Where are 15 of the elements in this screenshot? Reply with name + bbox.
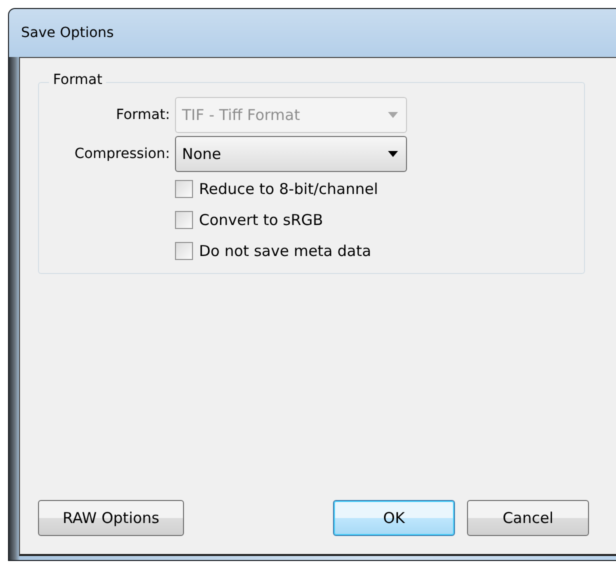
checkbox-option[interactable]: Reduce to 8-bit/channel xyxy=(175,175,407,203)
checkbox-option[interactable]: Convert to sRGB xyxy=(175,206,407,234)
checkbox[interactable] xyxy=(175,242,193,260)
caret-icon xyxy=(388,151,398,157)
dialog-button[interactable]: OK xyxy=(333,500,455,536)
checkbox-option[interactable]: Do not save meta data xyxy=(175,237,407,265)
window-title: Save Options xyxy=(21,25,114,41)
dropdown[interactable]: None xyxy=(175,136,407,172)
caret-icon xyxy=(388,112,398,118)
field-label: Compression: xyxy=(73,146,170,162)
raw-options-button[interactable]: RAW Options xyxy=(38,500,184,536)
checkbox[interactable] xyxy=(175,211,193,229)
checkbox[interactable] xyxy=(175,180,193,198)
dialog-button[interactable]: Cancel xyxy=(467,500,589,536)
field-label: Format: xyxy=(114,107,170,123)
